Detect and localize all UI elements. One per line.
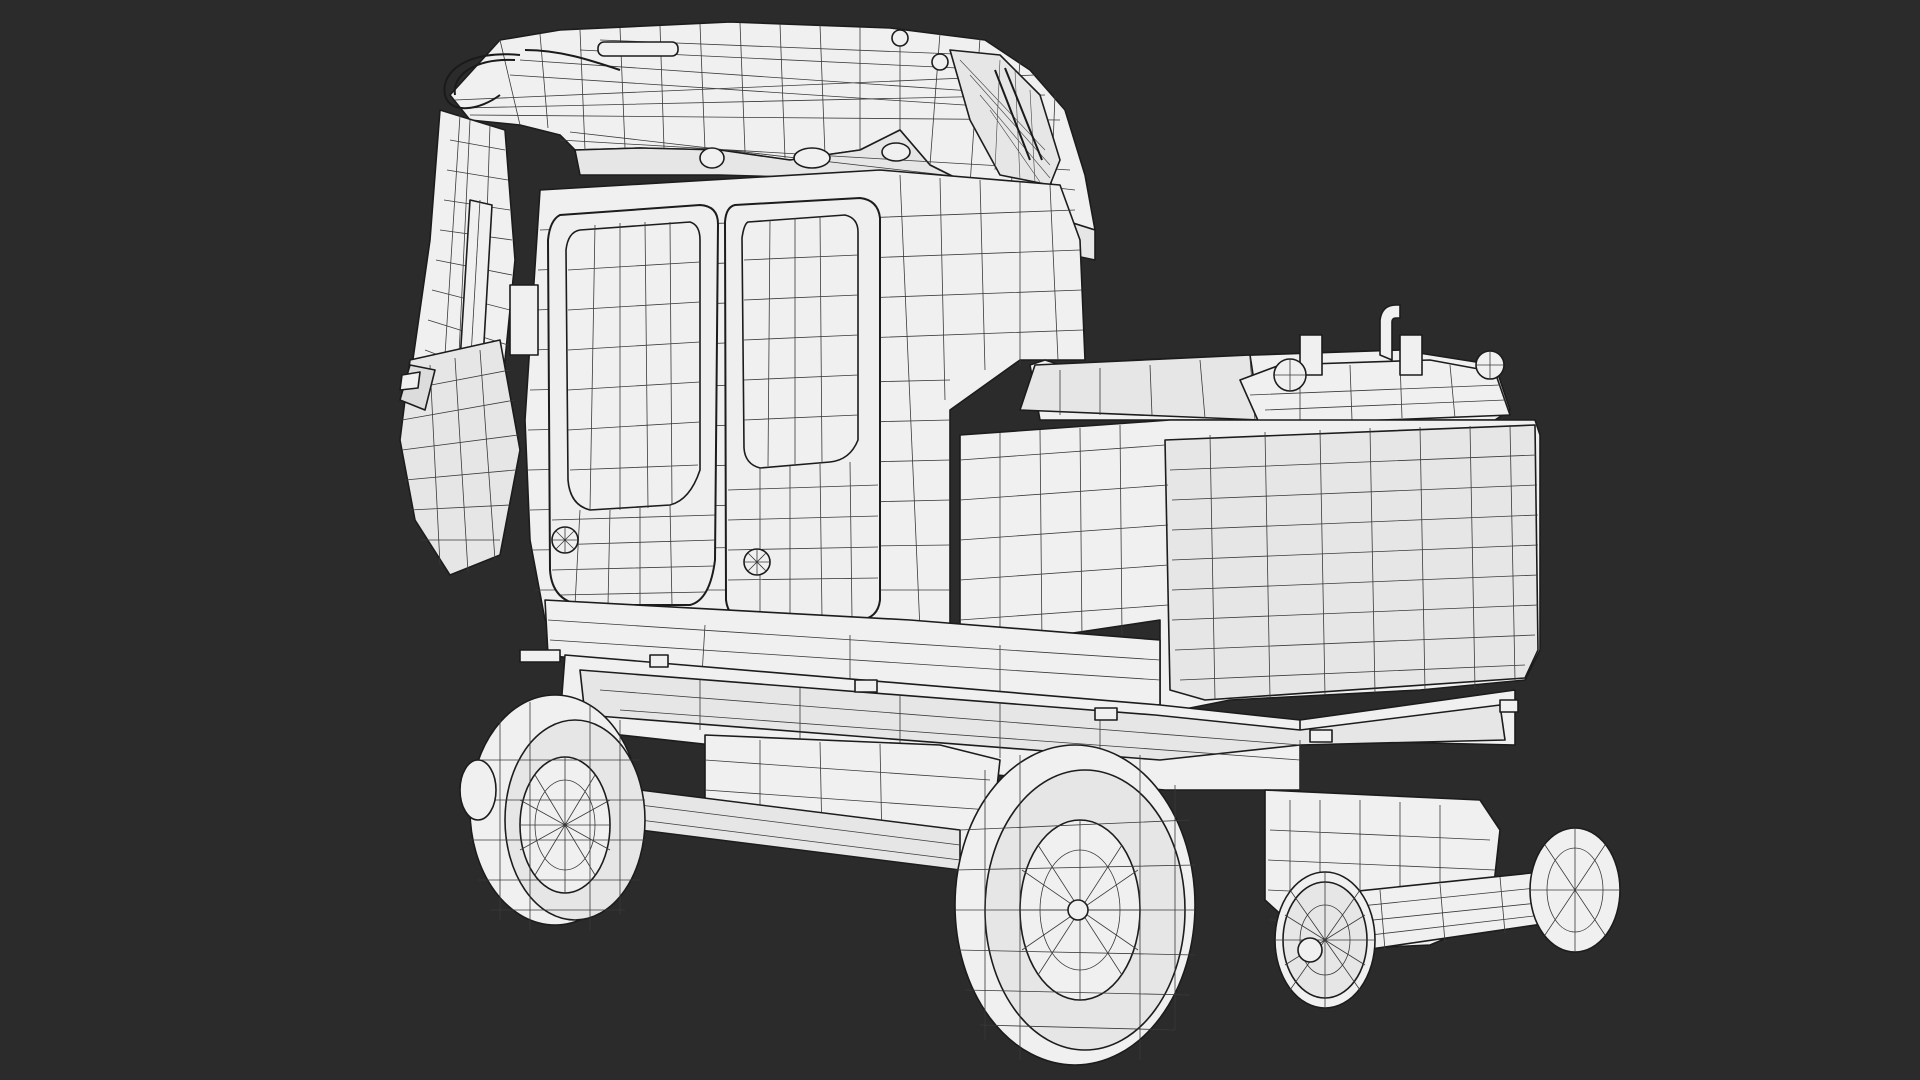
render-viewport: [0, 0, 1920, 1080]
rail-guide-axle: [1264, 789, 1621, 1009]
excavator-wireframe-render: [399, 21, 1621, 1066]
rear-wheel-right: [954, 744, 1196, 1066]
